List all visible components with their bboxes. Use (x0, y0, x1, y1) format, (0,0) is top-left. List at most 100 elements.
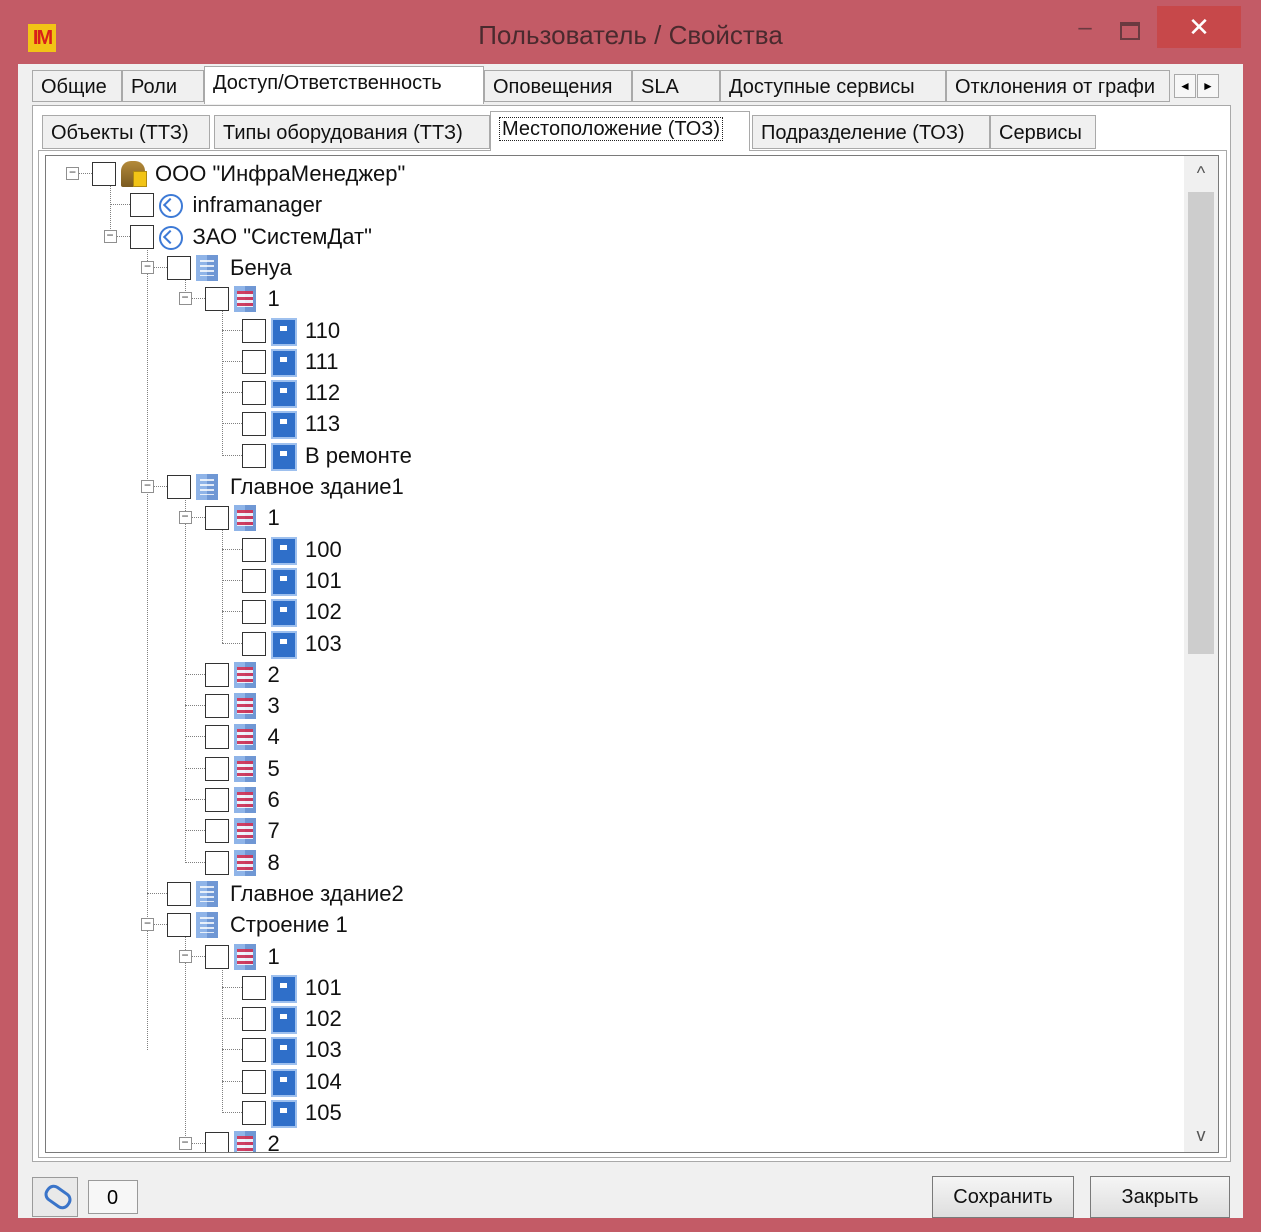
tree-node-checkbox[interactable] (129, 224, 154, 249)
tree-node[interactable]: −2 (46, 1129, 1176, 1152)
tab-general[interactable]: Общие (32, 70, 122, 102)
tree-node-checkbox[interactable] (242, 318, 266, 343)
tree-node-checkbox[interactable] (242, 631, 266, 656)
tree-node[interactable]: 105 (46, 1098, 1176, 1128)
scroll-thumb[interactable] (1188, 192, 1214, 654)
tree-node[interactable]: 103 (46, 629, 1176, 659)
tree-node[interactable]: 101 (46, 566, 1176, 596)
tree-node[interactable]: В ремонте (46, 441, 1176, 471)
close-button[interactable]: Закрыть (1090, 1176, 1230, 1218)
tree-node[interactable]: 101 (46, 973, 1176, 1003)
tree-node-checkbox[interactable] (242, 1007, 266, 1032)
tree-connector-line (222, 548, 244, 550)
tab-equipment-types-ttz[interactable]: Типы оборудования (ТТЗ) (214, 115, 490, 149)
tree-node[interactable]: −1 (46, 503, 1176, 533)
tab-roles[interactable]: Роли (122, 70, 204, 102)
tab-department-toz[interactable]: Подразделение (ТОЗ) (752, 115, 990, 149)
tree-node-checkbox[interactable] (92, 162, 116, 186)
tree-expander-icon[interactable]: − (178, 291, 192, 306)
attachments-button[interactable] (32, 1177, 78, 1217)
tree-node-checkbox[interactable] (242, 1101, 266, 1125)
tree-node-checkbox[interactable] (242, 537, 266, 562)
tree-node[interactable]: inframanager (46, 190, 1176, 220)
tree-node-checkbox[interactable] (242, 443, 266, 468)
tree-node-checkbox[interactable] (167, 881, 191, 906)
tree-node[interactable]: 103 (46, 1035, 1176, 1066)
minimize-button[interactable]: – (1067, 10, 1103, 46)
tree-node[interactable]: 100 (46, 535, 1176, 565)
tree-node[interactable]: 102 (46, 1004, 1176, 1035)
tree-node-checkbox[interactable] (204, 725, 229, 750)
tree-node-checkbox[interactable] (167, 255, 191, 280)
scroll-down-button[interactable]: v (1184, 1118, 1218, 1152)
maximize-button[interactable] (1110, 10, 1146, 46)
tree-expander-icon[interactable]: − (141, 260, 154, 274)
tree-node[interactable]: − ООО "ИнфраМенеджер" (46, 159, 1176, 189)
tree-expander-icon[interactable]: − (141, 479, 154, 493)
tab-sla[interactable]: SLA (632, 70, 720, 102)
tree-node[interactable]: − Строение 1 (46, 910, 1176, 940)
tree-node[interactable]: 112 (46, 378, 1176, 409)
tree-node-checkbox[interactable] (242, 349, 266, 374)
tree-node[interactable]: 7 (46, 816, 1176, 846)
tree-node-checkbox[interactable] (204, 694, 229, 719)
tree-node-checkbox[interactable] (242, 568, 266, 593)
tree-node[interactable]: −1 (46, 284, 1176, 314)
tree-node-checkbox[interactable] (242, 975, 266, 1000)
tab-objects-ttz[interactable]: Объекты (ТТЗ) (42, 115, 210, 149)
tree-node[interactable]: 8 (46, 848, 1176, 878)
tree-node[interactable]: − ЗАО "СистемДат" (46, 222, 1176, 252)
location-tree[interactable]: − ООО "ИнфраМенеджер" inframanager − ЗАО "Си… (45, 155, 1219, 1153)
close-window-button[interactable]: ✕ (1157, 6, 1241, 48)
tree-expander-icon[interactable]: − (141, 917, 154, 932)
tree-node-checkbox[interactable] (204, 819, 229, 844)
tree-node[interactable]: 3 (46, 691, 1176, 721)
tab-access-responsibility[interactable]: Доступ/Ответственность (204, 66, 484, 104)
tab-location-toz[interactable]: Местоположение (ТОЗ) (490, 111, 750, 151)
scroll-up-button[interactable]: ^ (1184, 156, 1218, 190)
tree-node-checkbox[interactable] (242, 1069, 266, 1094)
tree-node-checkbox[interactable] (204, 788, 229, 812)
tree-node-checkbox[interactable] (242, 1038, 266, 1063)
tree-node-checkbox[interactable] (242, 412, 266, 437)
tab-scroll-left-button[interactable]: ◄ (1174, 74, 1196, 98)
tree-node-checkbox[interactable] (204, 944, 229, 969)
tree-expander-icon[interactable]: − (178, 1136, 192, 1151)
tree-node-checkbox[interactable] (204, 1132, 229, 1152)
tree-node-checkbox[interactable] (167, 475, 191, 499)
tree-node[interactable]: 102 (46, 597, 1176, 628)
tab-services[interactable]: Сервисы (990, 115, 1096, 149)
tree-node[interactable]: 2 (46, 660, 1176, 690)
tree-node-checkbox[interactable] (204, 662, 229, 687)
tab-available-services[interactable]: Доступные сервисы (720, 70, 946, 102)
tree-expander-icon[interactable]: − (103, 229, 117, 243)
tree-expander-icon[interactable]: − (178, 510, 192, 525)
tree-node[interactable]: 111 (46, 347, 1176, 377)
title-bar[interactable]: IM Пользователь / Свойства – ✕ (0, 0, 1261, 64)
tree-node-checkbox[interactable] (204, 850, 229, 875)
tree-node[interactable]: 110 (46, 316, 1176, 346)
tab-schedule-deviations[interactable]: Отклонения от графи (946, 70, 1170, 102)
tree-node[interactable]: 5 (46, 754, 1176, 784)
tree-node[interactable]: − Главное здание1 (46, 472, 1176, 502)
tree-node[interactable]: 4 (46, 722, 1176, 752)
tree-expander-icon[interactable]: − (178, 949, 192, 963)
tree-node-checkbox[interactable] (242, 381, 266, 406)
tree-node-checkbox[interactable] (204, 287, 229, 312)
tree-node-checkbox[interactable] (204, 756, 229, 781)
tree-node[interactable]: 113 (46, 409, 1176, 440)
tree-node-checkbox[interactable] (129, 193, 154, 218)
save-button[interactable]: Сохранить (932, 1176, 1074, 1218)
tree-node[interactable]: 104 (46, 1067, 1176, 1097)
tab-scroll-right-button[interactable]: ► (1197, 74, 1219, 98)
tab-notifications[interactable]: Оповещения (484, 70, 632, 102)
tree-expander-icon[interactable]: − (66, 166, 79, 180)
tree-node-checkbox[interactable] (167, 913, 191, 938)
vertical-scrollbar[interactable]: ^ v (1184, 156, 1218, 1152)
tree-node-checkbox[interactable] (204, 506, 229, 531)
tree-node[interactable]: − Бенуа (46, 253, 1176, 283)
tree-node[interactable]: 6 (46, 785, 1176, 815)
tree-node[interactable]: Главное здание2 (46, 879, 1176, 909)
tree-node-checkbox[interactable] (242, 600, 266, 625)
tree-node[interactable]: −1 (46, 942, 1176, 972)
